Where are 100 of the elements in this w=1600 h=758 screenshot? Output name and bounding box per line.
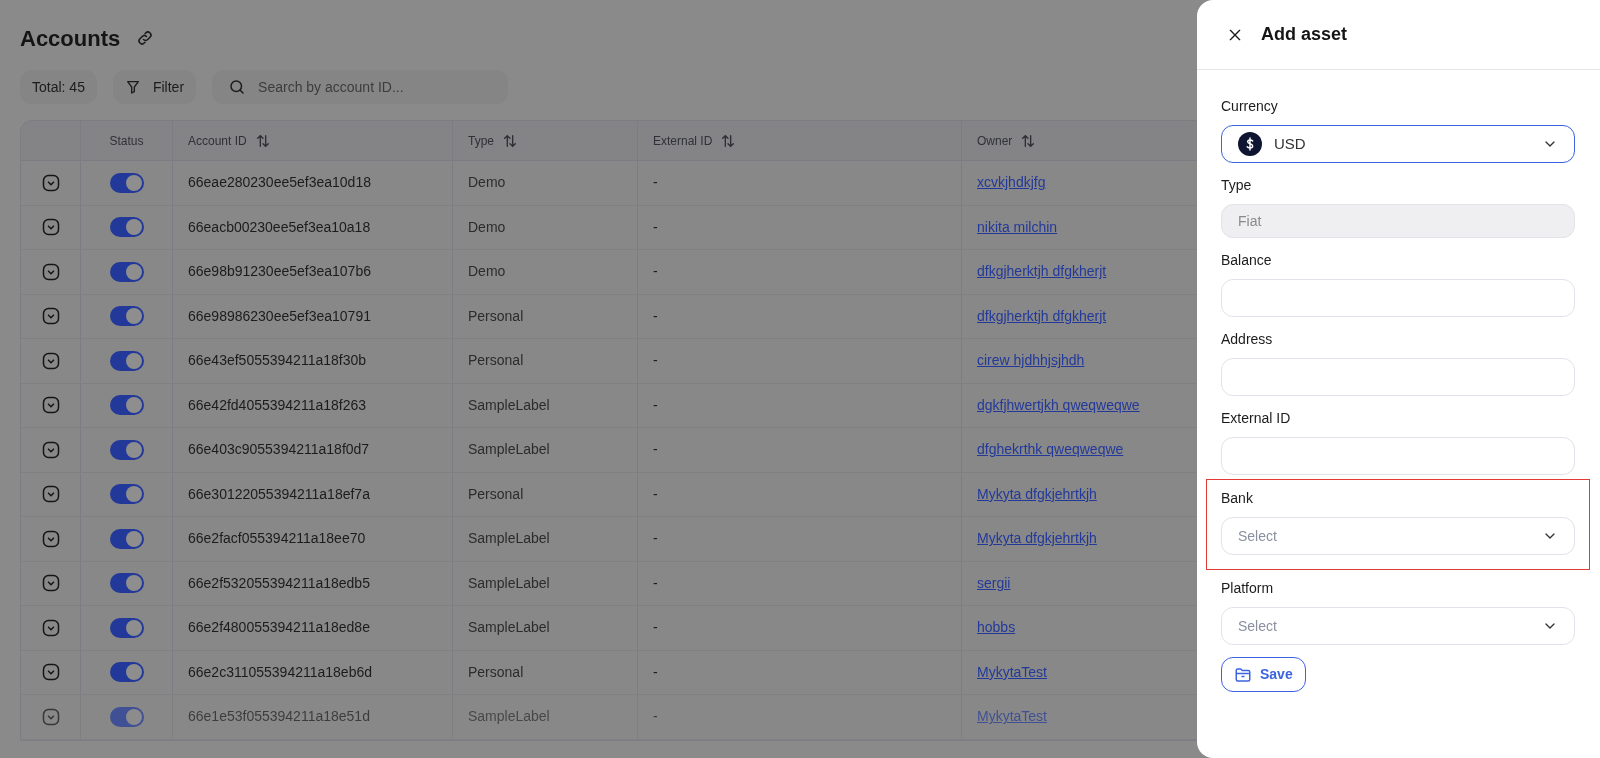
status-toggle[interactable] [109, 261, 144, 282]
status-toggle[interactable] [109, 172, 144, 193]
expand-row-icon[interactable] [40, 662, 61, 683]
external-id: - [653, 217, 658, 237]
account-id: 66eacb00230ee5ef3ea10a18 [188, 217, 371, 237]
column-header[interactable]: External ID [653, 131, 713, 150]
owner-link[interactable]: nikita milchin [977, 216, 1058, 238]
column-header[interactable]: Type [468, 131, 494, 150]
owner-link[interactable]: dgkfjhwertjkh qweqweqwe [977, 394, 1140, 416]
owner-link[interactable]: MykytaTest [977, 706, 1047, 728]
save-button[interactable]: Save [1221, 657, 1306, 692]
account-id: 66e2facf055394211a18ee70 [188, 529, 366, 549]
owner-link[interactable]: dfkgjherktjh dfgkherjt [977, 261, 1107, 283]
account-type: Personal [468, 484, 524, 504]
account-id: 66eae280230ee5ef3ea10d18 [188, 173, 371, 193]
select-field[interactable]: Select [1221, 517, 1575, 555]
expand-row-icon[interactable] [40, 350, 61, 371]
field-label: Type [1221, 176, 1253, 195]
filter-button[interactable]: Filter [112, 70, 197, 104]
status-toggle[interactable] [109, 306, 144, 327]
status-toggle[interactable] [109, 217, 144, 238]
expand-row-icon[interactable] [40, 172, 61, 193]
field-label: External ID [1221, 409, 1292, 428]
account-id: 66e98986230ee5ef3ea10791 [188, 306, 371, 326]
account-id: 66e42fd4055394211a18f263 [188, 395, 367, 415]
owner-link[interactable]: sergii [977, 572, 1011, 594]
account-id: 66e403c9055394211a18f0d7 [188, 440, 370, 460]
expand-row-icon[interactable] [40, 573, 61, 594]
status-toggle[interactable] [109, 439, 144, 460]
owner-link[interactable]: hobbs [977, 617, 1016, 639]
total-count: Total: 45 [20, 70, 97, 104]
link-icon[interactable] [136, 29, 155, 47]
field-label: Platform [1221, 579, 1275, 598]
owner-link[interactable]: Mykyta dfgkjehrtkjh [977, 528, 1097, 550]
field-label: Balance [1221, 251, 1273, 270]
external-id: - [653, 618, 658, 638]
external-id: - [653, 707, 658, 727]
account-type: SampleLabel [468, 573, 550, 593]
drawer-title: Add asset [1261, 23, 1348, 46]
account-id: 66e2f480055394211a18ed8e [188, 618, 370, 638]
status-toggle[interactable] [109, 573, 144, 594]
filter-icon [124, 79, 141, 95]
status-toggle[interactable] [109, 484, 144, 505]
status-toggle[interactable] [109, 528, 144, 549]
input-field[interactable] [1221, 279, 1575, 317]
folder-icon [1234, 665, 1252, 684]
account-id: 66e1e53f055394211a18e51d [188, 707, 370, 727]
owner-link[interactable]: Mykyta dfgkjehrtkjh [977, 483, 1097, 505]
type-field: Fiat [1221, 204, 1575, 238]
input-field[interactable] [1221, 358, 1575, 396]
expand-row-icon[interactable] [40, 217, 61, 238]
external-id: - [653, 395, 658, 415]
account-id: 66e98b91230ee5ef3ea107b6 [188, 262, 371, 282]
sort-icon[interactable] [254, 132, 271, 149]
account-type: SampleLabel [468, 440, 550, 460]
account-type: Demo [468, 262, 506, 282]
expand-row-icon[interactable] [40, 484, 61, 505]
owner-link[interactable]: xcvkjhdkjfg [977, 172, 1046, 194]
owner-link[interactable]: dfghekrthk qweqweqwe [977, 439, 1124, 461]
account-id: 66e30122055394211a18ef7a [188, 484, 370, 504]
external-id: - [653, 173, 658, 193]
input-field[interactable] [1221, 437, 1575, 475]
status-toggle[interactable] [109, 350, 144, 371]
account-id: 66e43ef5055394211a18f30b [188, 351, 367, 371]
sort-icon[interactable] [502, 132, 518, 149]
sort-icon[interactable] [720, 132, 737, 149]
external-id: - [653, 484, 658, 504]
status-toggle[interactable] [109, 706, 144, 727]
column-header: Status [109, 132, 144, 150]
owner-link[interactable]: cirew hjdhhjsjhdh [977, 350, 1085, 372]
external-id: - [653, 440, 658, 460]
expand-row-icon[interactable] [40, 617, 61, 638]
external-id: - [653, 573, 658, 593]
expand-row-icon[interactable] [40, 528, 61, 549]
external-id: - [653, 306, 658, 326]
external-id: - [653, 351, 658, 371]
status-toggle[interactable] [109, 395, 144, 416]
page-title: Accounts [20, 24, 121, 53]
field-label: Currency [1221, 97, 1279, 116]
expand-row-icon[interactable] [40, 706, 61, 727]
status-toggle[interactable] [109, 617, 144, 638]
expand-row-icon[interactable] [40, 306, 61, 327]
field-label: Bank [1221, 489, 1254, 508]
currency-select[interactable]: USD [1221, 125, 1575, 163]
owner-link[interactable]: MykytaTest [977, 661, 1047, 683]
field-label: Address [1221, 330, 1274, 349]
expand-row-icon[interactable] [40, 395, 61, 416]
status-toggle[interactable] [109, 662, 144, 683]
search-field[interactable]: Search by account ID... [212, 70, 509, 104]
external-id: - [653, 662, 658, 682]
owner-link[interactable]: dfkgjherktjh dfgkherjt [977, 305, 1107, 327]
account-type: SampleLabel [468, 707, 550, 727]
column-header[interactable]: Account ID [188, 131, 247, 150]
external-id: - [653, 262, 658, 282]
select-field[interactable]: Select [1221, 607, 1575, 645]
expand-row-icon[interactable] [40, 261, 61, 282]
column-header[interactable]: Owner [977, 131, 1013, 150]
sort-icon[interactable] [1020, 132, 1037, 149]
expand-row-icon[interactable] [40, 439, 61, 460]
search-icon [228, 78, 247, 96]
